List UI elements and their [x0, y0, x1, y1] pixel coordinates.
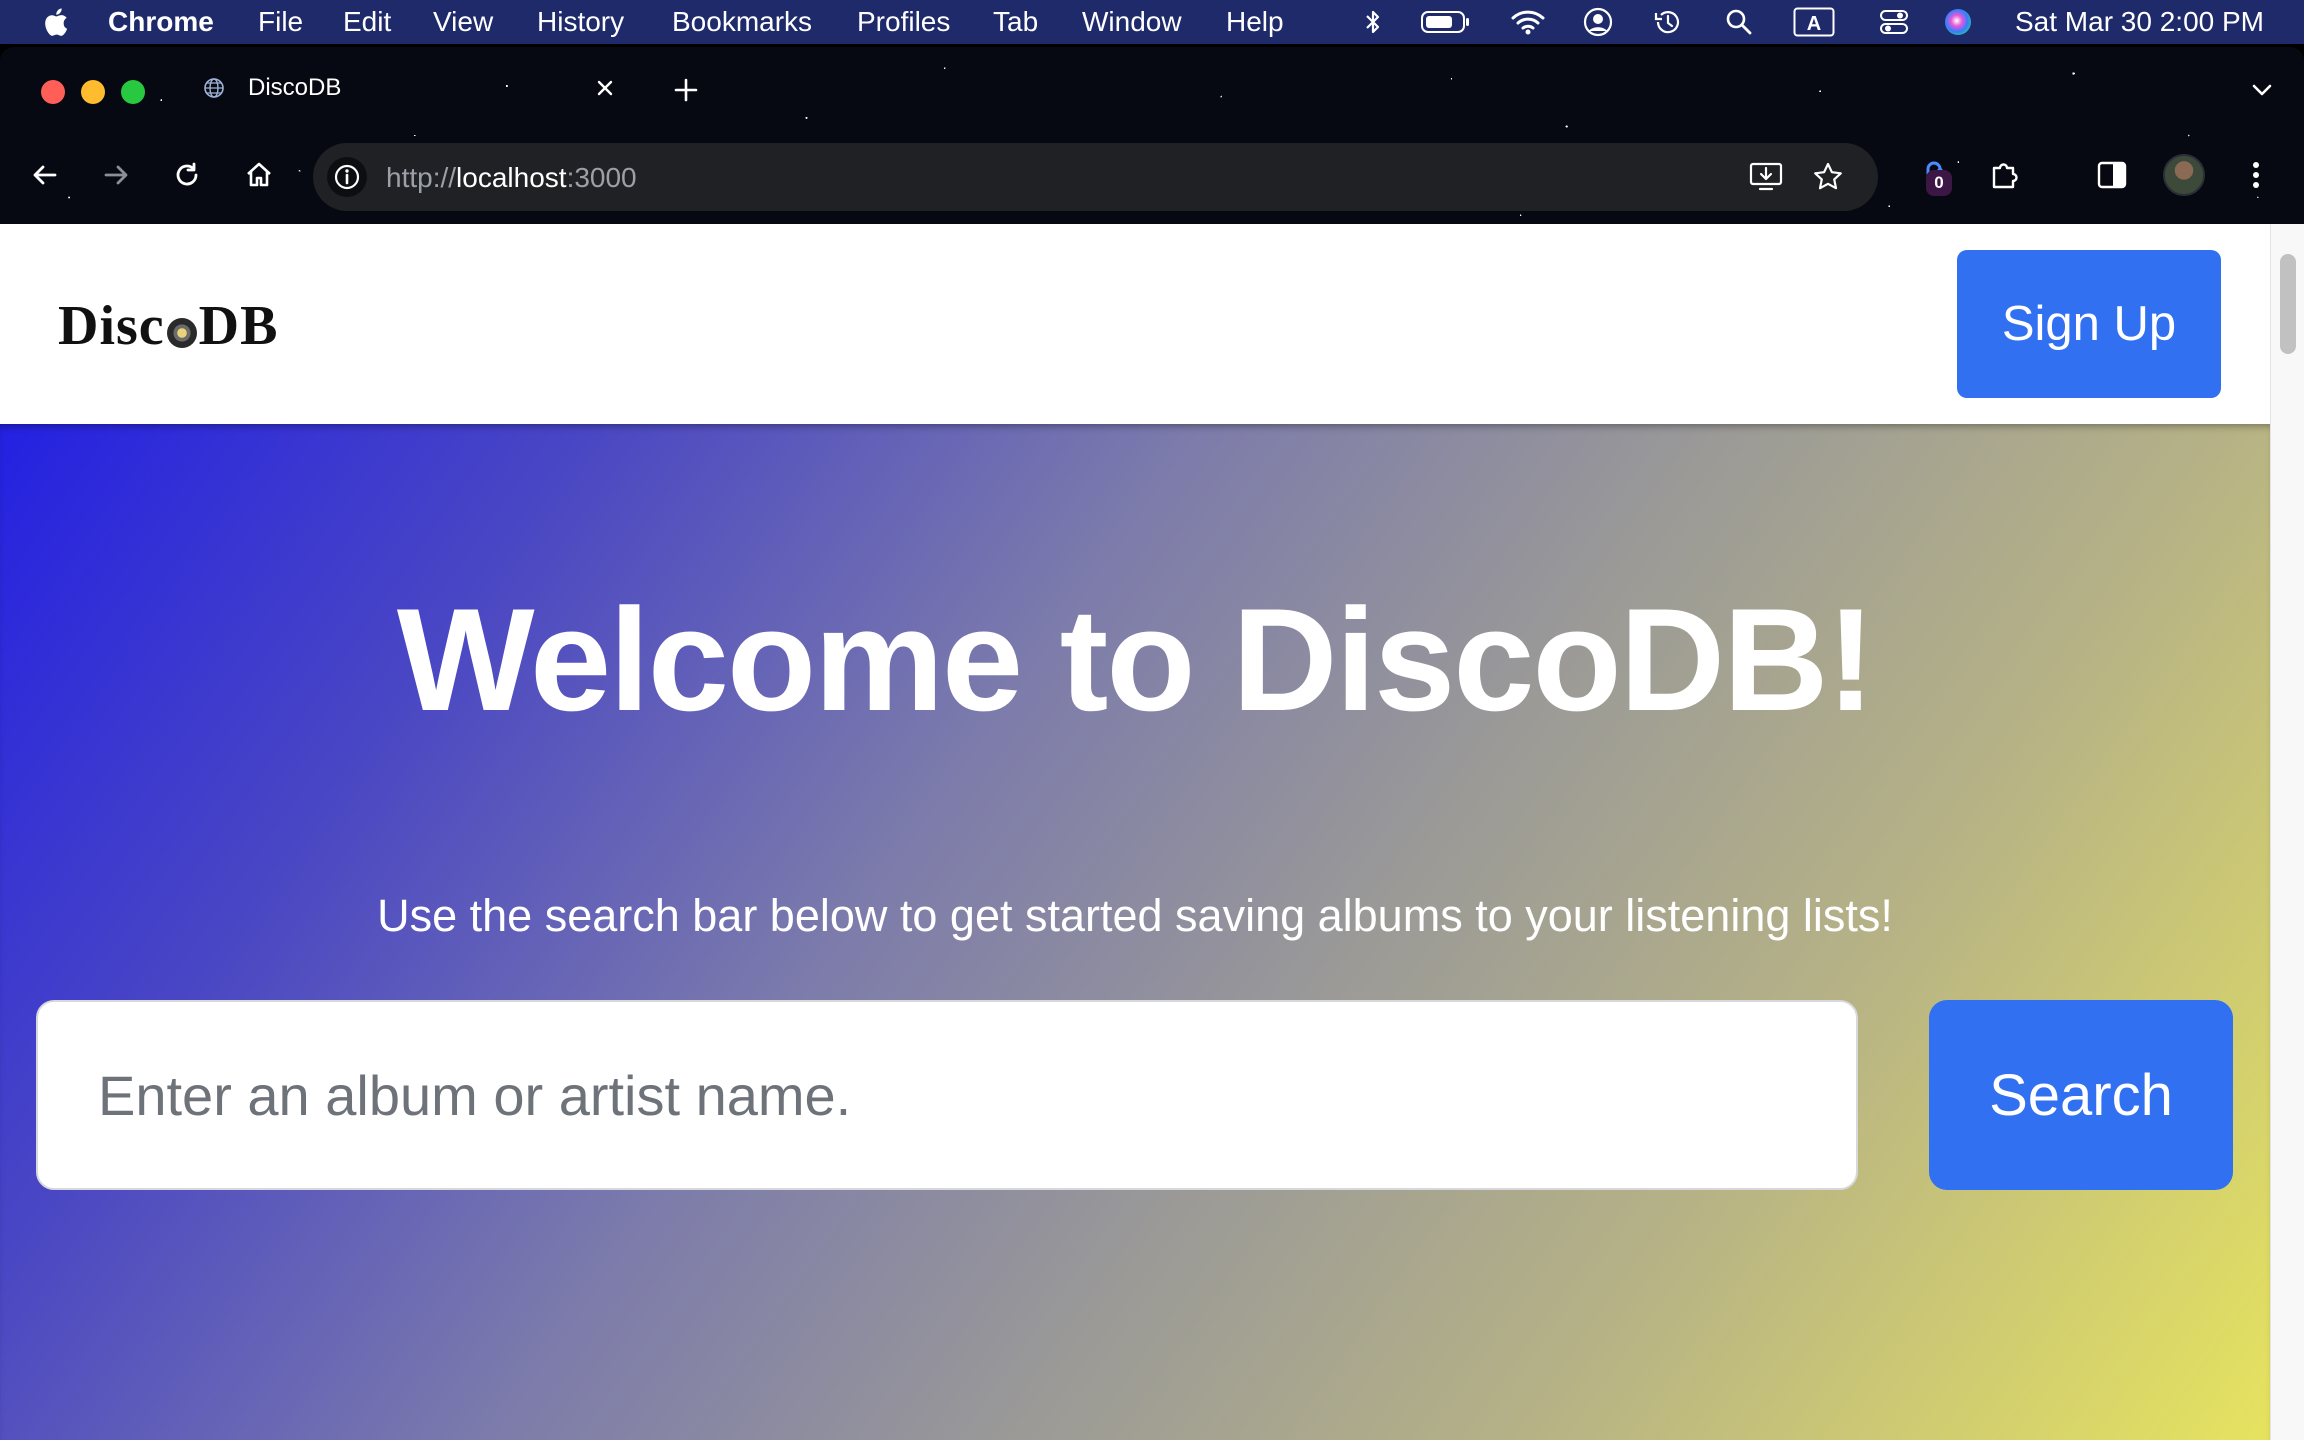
menu-tab[interactable]: Tab: [993, 7, 1038, 37]
web-page: Disc DB Sign Up Welcome to DiscoDB! Use t…: [0, 224, 2270, 1440]
menu-app-name[interactable]: Chrome: [108, 7, 214, 37]
extensions-button[interactable]: [1985, 155, 2025, 195]
url-host: localhost: [456, 162, 567, 193]
control-center-icon[interactable]: [1878, 6, 1910, 38]
menu-edit[interactable]: Edit: [343, 7, 391, 37]
url-scheme: http://: [386, 162, 457, 193]
address-bar-url[interactable]: http://localhost:3000: [386, 163, 637, 193]
menu-history[interactable]: History: [537, 7, 624, 37]
wifi-icon[interactable]: [1510, 6, 1546, 38]
side-panel-icon: [2097, 161, 2127, 189]
window-close-button[interactable]: [41, 80, 65, 104]
puzzle-piece-icon: [1992, 163, 2018, 189]
macos-menu-bar: Chrome File Edit View History Bookmarks …: [0, 0, 2304, 44]
arrow-right-icon: [104, 165, 128, 185]
new-tab-plus-icon[interactable]: [671, 75, 701, 105]
arrow-left-icon: [33, 165, 57, 185]
logo-text-left: Disc: [58, 295, 165, 357]
menubar-clock[interactable]: Sat Mar 30 2:00 PM: [2015, 7, 2264, 37]
back-button[interactable]: [25, 155, 65, 195]
time-machine-icon[interactable]: [1652, 6, 1684, 38]
album-search-input[interactable]: [36, 1000, 1858, 1190]
address-bar[interactable]: http://localhost:3000: [313, 143, 1878, 211]
bookmark-star-icon[interactable]: [1810, 159, 1846, 195]
globe-favicon-icon: [204, 78, 224, 98]
window-minimize-button[interactable]: [81, 80, 105, 104]
install-app-icon[interactable]: [1748, 159, 1784, 195]
battery-icon[interactable]: [1420, 6, 1472, 38]
menu-view[interactable]: View: [433, 7, 493, 37]
svg-text:A: A: [1807, 13, 1821, 35]
home-button[interactable]: [239, 155, 279, 195]
disc-record-icon: [166, 318, 197, 348]
forward-button[interactable]: [96, 155, 136, 195]
extension-badge: 0: [1926, 170, 1952, 196]
logo-text-right: DB: [198, 295, 279, 357]
tab-close-icon[interactable]: [592, 75, 618, 101]
tab-title: DiscoDB: [248, 74, 342, 101]
reload-button[interactable]: [167, 155, 207, 195]
siri-icon[interactable]: [1942, 6, 1974, 38]
hero-subtitle: Use the search bar below to get started …: [377, 890, 1893, 941]
user-account-icon[interactable]: [1582, 6, 1614, 38]
hero-title: Welcome to DiscoDB!: [396, 578, 1875, 741]
home-icon: [247, 162, 271, 187]
menu-bookmarks[interactable]: Bookmarks: [672, 7, 812, 37]
reload-icon: [176, 162, 198, 186]
menu-profiles[interactable]: Profiles: [857, 7, 950, 37]
search-button[interactable]: Search: [1929, 1000, 2233, 1190]
site-info-icon[interactable]: [327, 157, 367, 197]
scrollbar-thumb[interactable]: [2280, 254, 2296, 354]
hero-section: Welcome to DiscoDB! Use the search bar b…: [0, 424, 2270, 1440]
sign-up-button[interactable]: Sign Up: [1957, 250, 2221, 398]
url-port: :3000: [566, 162, 637, 193]
apple-logo-icon[interactable]: [40, 6, 70, 38]
more-vertical-icon: [2253, 162, 2259, 188]
bluetooth-icon[interactable]: [1360, 6, 1386, 38]
browser-tab-active[interactable]: DiscoDB: [184, 62, 634, 114]
side-panel-button[interactable]: [2092, 155, 2132, 195]
profile-avatar[interactable]: [2163, 154, 2205, 196]
menu-window[interactable]: Window: [1082, 7, 1182, 37]
menu-help[interactable]: Help: [1226, 7, 1284, 37]
chrome-menu-button[interactable]: [2236, 155, 2276, 195]
window-maximize-button[interactable]: [121, 80, 145, 104]
tab-search-chevron-down-icon[interactable]: [2250, 80, 2274, 100]
discodb-logo[interactable]: Disc DB: [58, 296, 278, 356]
site-navbar: Disc DB Sign Up: [0, 224, 2270, 424]
input-source-icon[interactable]: A: [1792, 6, 1836, 38]
spotlight-search-icon[interactable]: [1724, 6, 1754, 38]
page-scrollbar[interactable]: [2270, 224, 2304, 1440]
menu-file[interactable]: File: [258, 7, 303, 37]
